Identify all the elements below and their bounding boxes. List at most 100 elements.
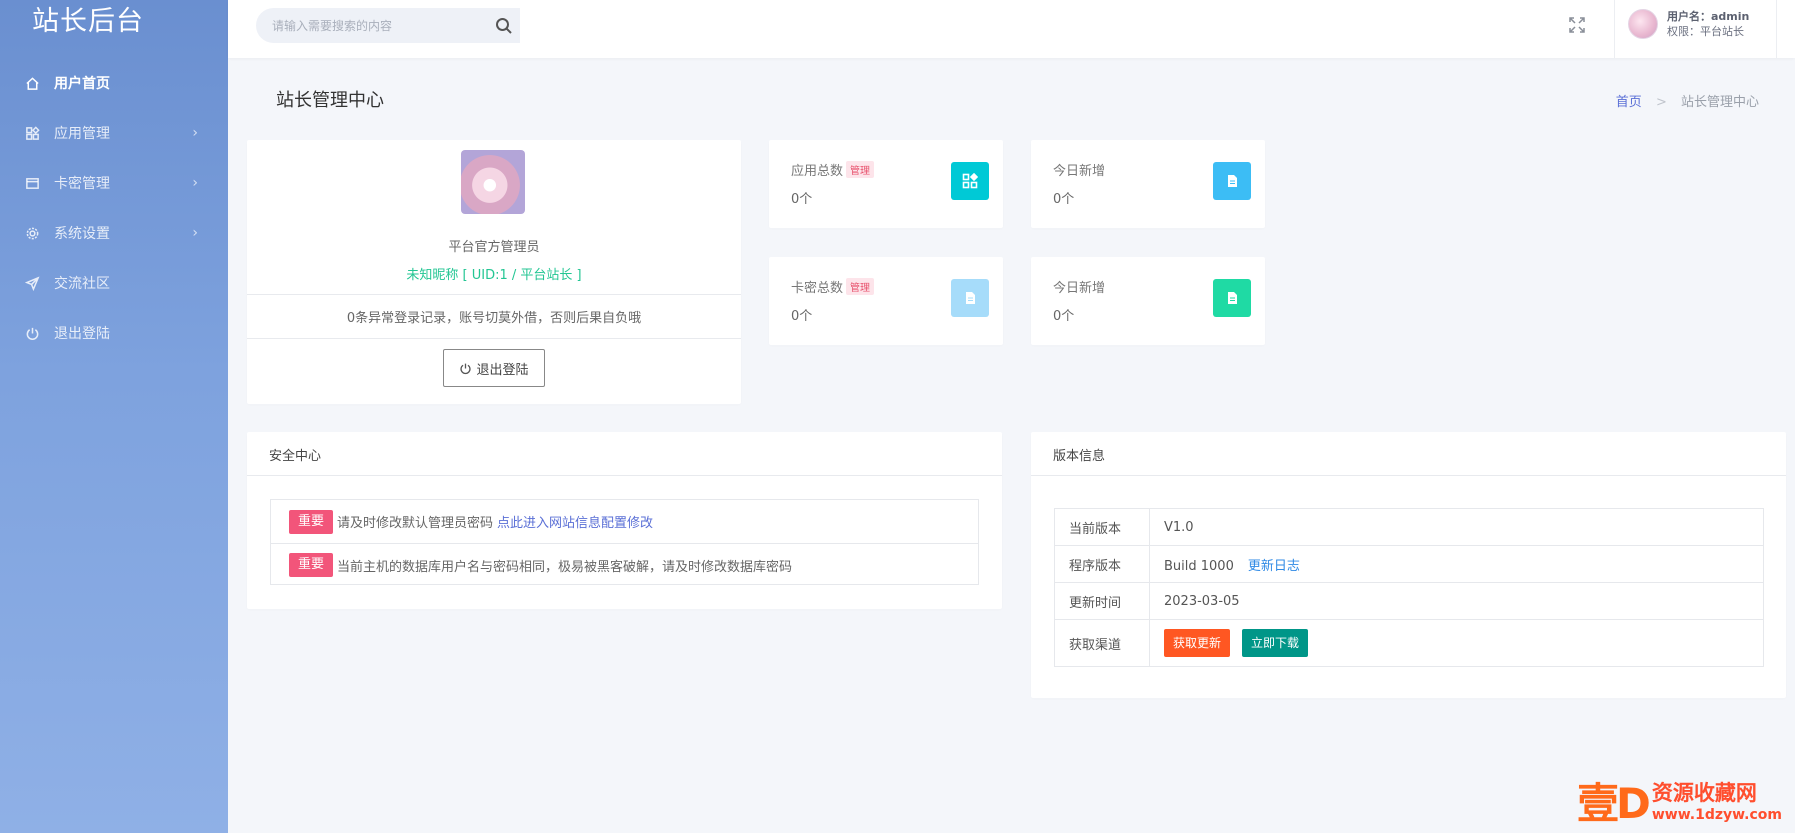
- stat-label-text: 卡密总数: [791, 281, 844, 296]
- divider: [247, 475, 1002, 476]
- sidebar-item-label: 应用管理: [54, 126, 110, 142]
- breadcrumb-home-link[interactable]: 首页: [1616, 95, 1642, 110]
- important-badge: 重要: [289, 509, 334, 534]
- version-key: 当前版本: [1054, 508, 1150, 546]
- version-key: 更新时间: [1054, 582, 1150, 620]
- sidebar-item-label: 系统设置: [54, 226, 110, 242]
- divider: [1031, 475, 1786, 476]
- divider: [247, 338, 741, 339]
- sidebar-item-settings[interactable]: 系统设置 ›: [0, 208, 228, 258]
- profile-role: 平台官方管理员: [448, 240, 540, 255]
- profile-avatar: [461, 150, 525, 214]
- get-update-button[interactable]: 获取更新: [1164, 629, 1231, 657]
- sidebar-item-home[interactable]: 用户首页: [0, 58, 228, 108]
- stat-value: 0个: [791, 309, 813, 324]
- stat-card-today-apps: 今日新增 0个: [1031, 140, 1265, 228]
- avatar: [1628, 9, 1658, 39]
- security-text: 请及时修改默认管理员密码: [337, 516, 494, 531]
- apps-icon: [24, 125, 40, 141]
- top-header: 用户名：admin 权限：平台站长: [228, 0, 1795, 58]
- user-menu[interactable]: 用户名：admin 权限：平台站长: [1628, 9, 1749, 39]
- stat-value: 0个: [791, 192, 813, 207]
- power-icon: [24, 325, 40, 341]
- role-label: 权限：平台站长: [1667, 25, 1744, 38]
- sidebar-item-apps[interactable]: 应用管理 ›: [0, 108, 228, 158]
- sidebar-nav: 用户首页 应用管理 › 卡密管理 › 系统设置 › 交流社区 退出登陆: [0, 58, 228, 358]
- document-icon: [951, 279, 989, 317]
- important-badge: 重要: [289, 553, 334, 577]
- stat-label: 今日新增: [1053, 164, 1106, 179]
- header-divider: [1614, 0, 1615, 58]
- watermark-url: www.1dzyw.com: [1651, 807, 1782, 823]
- chevron-right-icon: ›: [192, 125, 198, 141]
- sidebar-item-label: 退出登陆: [54, 326, 110, 342]
- version-value-cell: Build 1000 更新日志: [1149, 545, 1764, 583]
- table-row: 当前版本 V1.0: [1054, 508, 1764, 546]
- chevron-right-icon: ›: [192, 225, 198, 241]
- apps-icon: [951, 162, 989, 200]
- document-icon: [1213, 162, 1251, 200]
- security-text: 当前主机的数据库用户名与密码相同，极易被黑客破解，请及时修改数据库密码: [337, 559, 793, 575]
- sidebar-item-label: 用户首页: [54, 76, 110, 92]
- manage-tag[interactable]: 管理: [846, 161, 875, 178]
- stat-value: 0个: [1053, 192, 1075, 207]
- table-row: 获取渠道 获取更新 立即下载: [1054, 619, 1764, 667]
- watermark-text: 资源收藏网 www.1dzyw.com: [1652, 782, 1782, 826]
- send-icon: [24, 275, 40, 291]
- search-icon[interactable]: [488, 8, 520, 43]
- stat-card-apps: 应用总数 管理 0个: [769, 140, 1003, 228]
- download-button[interactable]: 立即下载: [1242, 629, 1309, 657]
- stat-value: 0个: [1053, 309, 1075, 324]
- breadcrumb: 首页 > 站长管理中心: [1616, 91, 1759, 110]
- document-icon: [1213, 279, 1251, 317]
- site-config-link[interactable]: 点此进入网站信息配置修改: [497, 512, 653, 531]
- sidebar-item-label: 交流社区: [54, 276, 110, 292]
- stat-label-text: 应用总数: [791, 164, 844, 179]
- version-key: 获取渠道: [1054, 619, 1150, 667]
- stat-label: 卡密总数 管理: [791, 277, 875, 296]
- breadcrumb-current: 站长管理中心: [1680, 95, 1759, 110]
- security-list: 重要 请及时修改默认管理员密码 点此进入网站信息配置修改 重要 当前主机的数据库…: [270, 499, 979, 585]
- stat-card-cards: 卡密总数 管理 0个: [769, 257, 1003, 345]
- version-value: V1.0: [1149, 508, 1764, 546]
- sidebar-item-cards[interactable]: 卡密管理 ›: [0, 158, 228, 208]
- stat-label: 今日新增: [1053, 281, 1106, 296]
- watermark: 壹D 资源收藏网 www.1dzyw.com: [1577, 778, 1791, 830]
- login-notice: 0条异常登录记录，账号切莫外借，否则后果自负哦: [346, 311, 642, 326]
- version-panel: 版本信息 当前版本 V1.0 程序版本 Build 1000 更新日志 更新时间 …: [1031, 432, 1786, 698]
- version-key: 程序版本: [1054, 545, 1150, 583]
- table-row: 更新时间 2023-03-05: [1054, 582, 1764, 620]
- sidebar: 站长后台 用户首页 应用管理 › 卡密管理 › 系统设置 › 交流社区 退出登陆: [0, 0, 228, 833]
- sidebar-item-community[interactable]: 交流社区: [0, 258, 228, 308]
- divider: [247, 294, 741, 295]
- power-icon: [460, 363, 472, 374]
- home-icon: [24, 75, 40, 91]
- watermark-title: 资源收藏网: [1651, 781, 1757, 805]
- panel-title: 版本信息: [1053, 449, 1106, 464]
- security-row: 重要 当前主机的数据库用户名与密码相同，极易被黑客破解，请及时修改数据库密码: [271, 543, 978, 586]
- sidebar-item-label: 卡密管理: [54, 176, 110, 192]
- search-bar: [256, 8, 520, 43]
- profile-nickname: 未知昵称 [ UID:1 / 平台站长 ]: [406, 268, 582, 283]
- search-input[interactable]: [256, 18, 488, 33]
- sidebar-item-logout[interactable]: 退出登陆: [0, 308, 228, 358]
- version-value: Build 1000: [1164, 558, 1234, 574]
- logout-button-label: 退出登陆: [476, 362, 529, 378]
- chevron-right-icon: ›: [192, 175, 198, 191]
- username-label: 用户名：admin: [1667, 10, 1750, 23]
- security-panel: 安全中心 重要 请及时修改默认管理员密码 点此进入网站信息配置修改 重要 当前主…: [247, 432, 1002, 609]
- stat-label: 应用总数 管理: [791, 160, 875, 179]
- profile-card: 平台官方管理员 未知昵称 [ UID:1 / 平台站长 ] 0条异常登录记录，账…: [247, 140, 741, 404]
- table-row: 程序版本 Build 1000 更新日志: [1054, 545, 1764, 583]
- watermark-logo: 壹D: [1577, 779, 1651, 828]
- version-actions: 获取更新 立即下载: [1149, 619, 1764, 667]
- brand-title: 站长后台: [32, 6, 144, 37]
- page-title: 站长管理中心: [276, 90, 384, 111]
- logout-button[interactable]: 退出登陆: [443, 349, 545, 387]
- changelog-link[interactable]: 更新日志: [1248, 559, 1300, 574]
- fullscreen-icon[interactable]: [1568, 16, 1588, 36]
- card-icon: [24, 175, 40, 191]
- user-info: 用户名：admin 权限：平台站长: [1667, 9, 1749, 39]
- manage-tag[interactable]: 管理: [846, 278, 875, 295]
- stat-card-today-cards: 今日新增 0个: [1031, 257, 1265, 345]
